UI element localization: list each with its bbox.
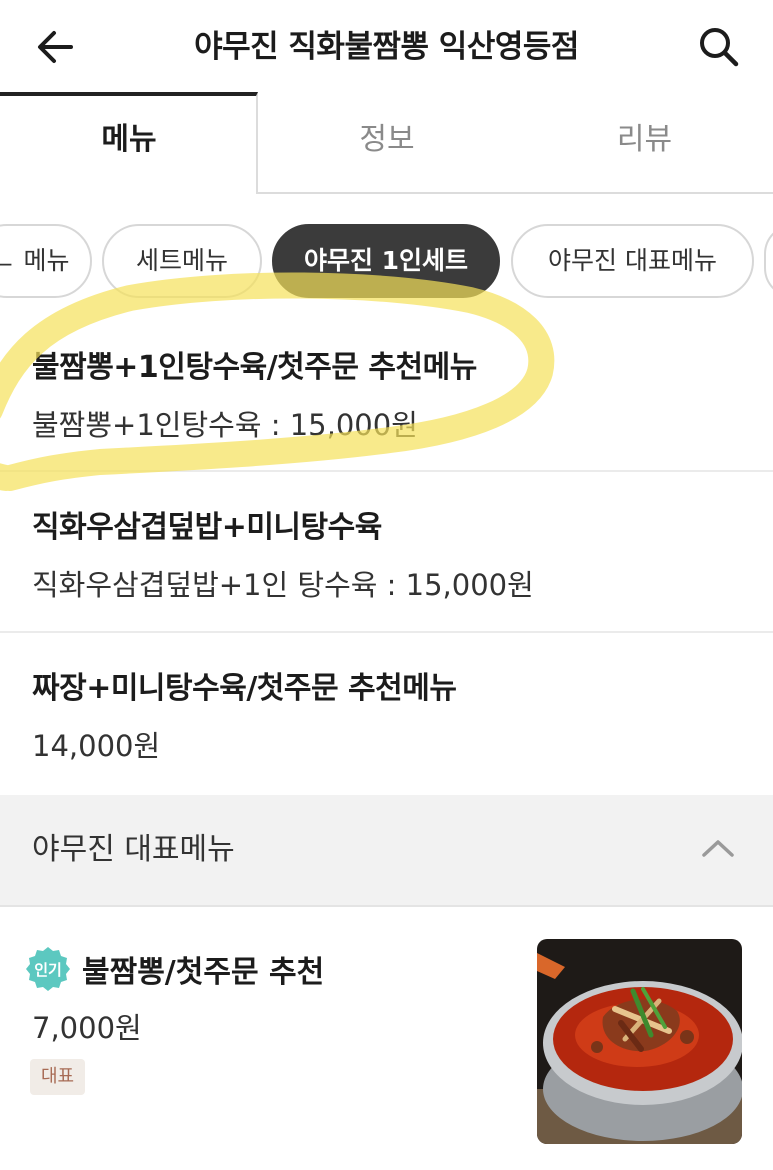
chip-signature-menu[interactable]: 야무진 대표메뉴	[511, 224, 754, 298]
search-button[interactable]	[692, 20, 746, 74]
app-header: 야무진 직화불짬뽕 익산영등점	[0, 0, 773, 92]
popular-badge-icon: 인기	[26, 947, 70, 991]
menu-item-description: 불짬뽕+1인탕수육 : 15,000원	[32, 408, 418, 442]
main-tabs: 메뉴 정보 리뷰	[0, 92, 773, 194]
menu-item[interactable]: 짜장+미니탕수육/첫주문 추천메뉴 14,000원	[0, 633, 773, 795]
menu-item-name: 직화우삼겹덮밥+미니탕수육	[32, 510, 382, 545]
section-header-signature-menu[interactable]: 야무진 대표메뉴	[0, 795, 773, 907]
featured-menu-item[interactable]: 인기 불짬뽕/첫주문 추천 7,000원 대표	[0, 907, 773, 1170]
tab-menu[interactable]: 메뉴	[0, 92, 258, 192]
chip-set-menu[interactable]: 세트메뉴	[102, 224, 262, 298]
menu-item-price: 14,000원	[32, 729, 161, 763]
menu-item[interactable]: 직화우삼겹덮밥+미니탕수육 직화우삼겹덮밥+1인 탕수육 : 15,000원	[0, 472, 773, 633]
featured-item-name: 불짬뽕/첫주문 추천	[82, 955, 325, 990]
signature-tag: 대표	[30, 1059, 86, 1095]
chip-next-partial[interactable]	[764, 224, 773, 298]
search-icon	[700, 28, 739, 67]
food-photo[interactable]	[537, 939, 742, 1144]
tab-reviews[interactable]: 리뷰	[516, 92, 773, 192]
menu-item-name: 짜장+미니탕수육/첫주문 추천메뉴	[32, 671, 457, 706]
tab-info[interactable]: 정보	[258, 92, 516, 192]
store-title: 야무진 직화불짬뽕 익산영등점	[194, 29, 579, 65]
chip-category-partial[interactable]: ㄴ 메뉴	[0, 224, 92, 298]
chevron-up-icon[interactable]	[698, 833, 738, 863]
menu-item-description: 직화우삼겹덮밥+1인 탕수육 : 15,000원	[32, 568, 534, 602]
featured-item-price: 7,000원	[32, 1011, 142, 1045]
menu-item[interactable]: 불짬뽕+1인탕수육/첫주문 추천메뉴 불짬뽕+1인탕수육 : 15,000원	[0, 310, 773, 472]
chip-single-set[interactable]: 야무진 1인세트	[272, 224, 500, 298]
menu-item-name: 불짬뽕+1인탕수육/첫주문 추천메뉴	[32, 350, 477, 385]
category-chip-bar: ㄴ 메뉴 세트메뉴 야무진 1인세트 야무진 대표메뉴	[0, 224, 773, 300]
popular-badge-text: 인기	[34, 961, 62, 979]
section-title: 야무진 대표메뉴	[32, 832, 235, 867]
arrow-left-icon	[38, 31, 73, 63]
back-button[interactable]	[30, 22, 80, 72]
